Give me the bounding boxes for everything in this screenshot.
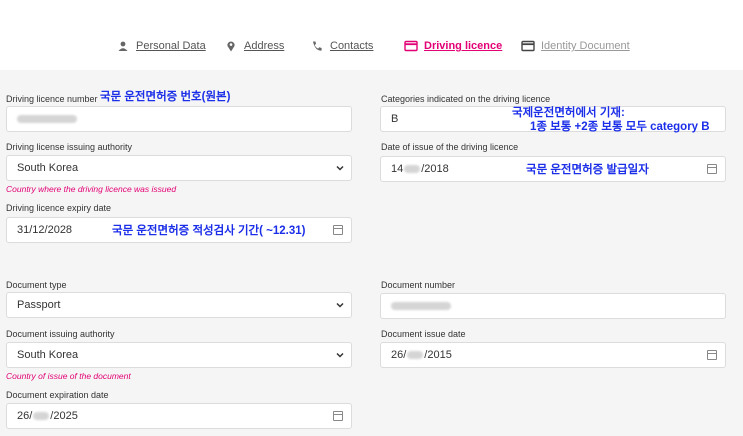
driving-authority-select[interactable]: South Korea [6,155,352,181]
document-authority-hint: Country of issue of the document [6,371,131,381]
driving-licence-number-label: Driving licence number [6,94,98,104]
annotation-expiry: 국문 운전면허증 적성검사 기간( ~12.31) [112,225,306,237]
annotation-issue-date: 국문 운전면허증 발급일자 [526,164,649,176]
issue-day: 14 [391,163,404,175]
redacted-value [404,165,421,174]
tab-label: Personal Data [136,40,206,52]
annotation-categories-line1: 국제운전면허에서 기재: [512,107,625,119]
driving-licence-number-input[interactable] [6,106,352,132]
driving-categories-value: B [391,113,399,125]
chevron-down-icon [336,352,344,358]
driving-expiry-value: 31/12/2028 [17,224,73,236]
tab-label: Contacts [330,40,374,52]
driving-expiry-label: Driving licence expiry date [6,203,112,213]
tab-contacts[interactable]: Contacts [310,40,373,52]
tab-driving-licence[interactable]: Driving licence [404,40,502,52]
expiry-year: /2025 [50,410,78,422]
annotation-licence-number: 국문 운전면허증 번호(원본) [100,91,231,103]
document-number-input[interactable] [380,293,726,319]
document-type-select[interactable]: Passport [6,292,352,318]
document-type-label: Document type [6,280,67,290]
chevron-down-icon [336,165,344,171]
expiry-day: 26/ [17,410,33,422]
document-expiry-date-input[interactable]: 26/ /2025 [6,403,352,429]
document-authority-select[interactable]: South Korea [6,342,352,368]
location-pin-icon [227,41,235,52]
tab-label: Identity Document [541,40,630,52]
driving-categories-label: Categories indicated on the driving lice… [381,94,551,104]
document-expiry-label: Document expiration date [6,390,109,400]
top-navigation: Personal Data Address Contacts Driving l… [0,0,743,70]
document-issue-value: 26/ /2015 [391,349,452,361]
card-icon [521,40,535,52]
calendar-icon[interactable] [333,411,343,421]
issue-year: /2015 [424,349,452,361]
issue-year: /2018 [421,163,449,175]
tab-bar: Personal Data Address Contacts Driving l… [0,40,743,58]
document-issue-date-input[interactable]: 26/ /2015 [380,342,726,368]
tab-label: Address [244,40,285,52]
document-type-value: Passport [17,299,61,311]
document-expiry-value: 26/ /2025 [17,410,78,422]
redacted-value [407,351,424,360]
tab-address[interactable]: Address [224,40,284,52]
tab-identity-document[interactable]: Identity Document [521,40,630,52]
issue-day: 26/ [391,349,407,361]
calendar-icon[interactable] [707,164,717,174]
phone-icon [313,41,322,51]
document-number-label: Document number [381,280,456,290]
driving-issue-value: 14/2018 [391,163,449,175]
driving-authority-hint: Country where the driving licence was is… [6,184,177,194]
driving-authority-label: Driving license issuing authority [6,142,133,152]
redacted-value [33,412,50,421]
document-authority-value: South Korea [17,349,79,361]
person-icon [118,41,128,51]
redacted-value [17,115,77,123]
document-authority-label: Document issuing authority [6,329,115,339]
driving-licence-form: Driving licence number 국문 운전면허증 번호(원본) D… [0,70,743,436]
card-icon [404,40,418,52]
tab-label: Driving licence [424,40,503,52]
calendar-icon[interactable] [333,225,343,235]
tab-personal-data[interactable]: Personal Data [116,40,206,52]
document-issue-label: Document issue date [381,329,466,339]
calendar-icon[interactable] [707,350,717,360]
driving-authority-value: South Korea [17,162,79,174]
driving-issue-label: Date of issue of the driving licence [381,142,519,152]
chevron-down-icon [336,302,344,308]
annotation-categories-line2: 1종 보통 +2종 보통 모두 category B [530,121,710,133]
redacted-value [391,302,451,310]
